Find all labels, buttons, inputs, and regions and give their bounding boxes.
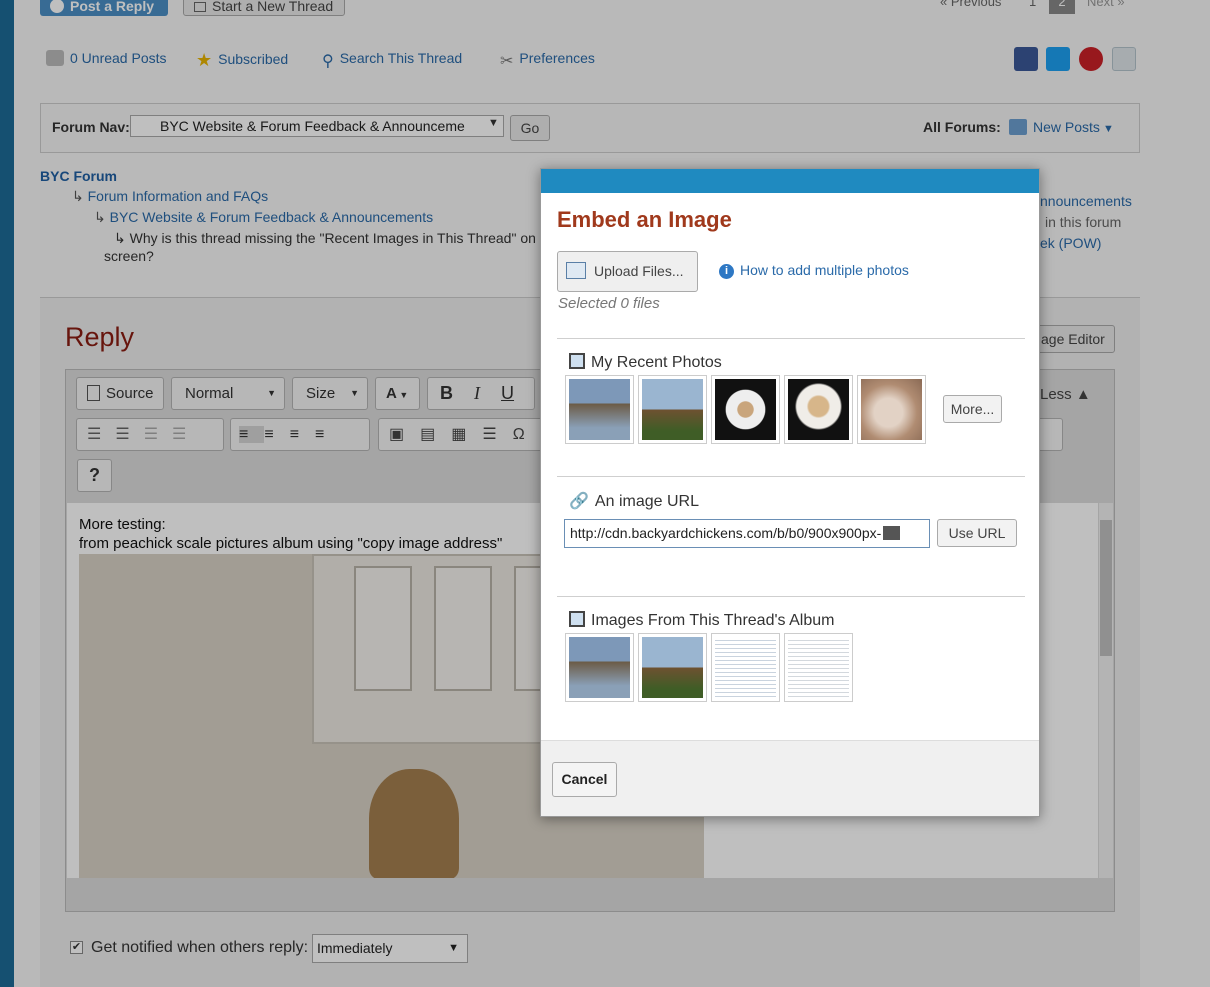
photos-icon [569,353,585,369]
photo-thumbnail [642,637,703,698]
divider [557,338,1025,339]
upload-files-button[interactable]: Upload Files... [557,251,698,292]
divider [557,476,1025,477]
dialog-footer: Cancel [541,740,1039,816]
use-url-button[interactable]: Use URL [937,519,1017,547]
screenshot-thumbnail [715,637,776,698]
info-icon: i [719,264,734,279]
photo-thumbnail [569,379,630,440]
link-icon: 🔗 [569,493,589,510]
recent-photo-4[interactable] [784,375,853,444]
photo-thumbnail [569,637,630,698]
thread-album-heading: Images From This Thread's Album [569,611,834,630]
divider [557,596,1025,597]
photos-icon [569,611,585,627]
photo-thumbnail [642,379,703,440]
dialog-title: Embed an Image [557,207,732,232]
recent-photos-heading: My Recent Photos [569,353,722,372]
album-photo-4[interactable] [784,633,853,702]
photo-thumbnail [788,379,849,440]
album-photo-3[interactable] [711,633,780,702]
upload-icon [566,262,586,279]
recent-photo-2[interactable] [638,375,707,444]
dialog-header-bar[interactable] [541,169,1039,193]
url-overflow-glyph [883,526,901,540]
image-url-input[interactable]: http://cdn.backyardchickens.com/b/b0/900… [564,519,930,548]
image-url-heading: 🔗 An image URL [569,493,699,510]
screenshot-thumbnail [788,637,849,698]
cancel-button[interactable]: Cancel [552,762,617,797]
album-photo-1[interactable] [565,633,634,702]
recent-photo-1[interactable] [565,375,634,444]
photo-thumbnail [715,379,776,440]
photo-thumbnail [861,379,922,440]
more-photos-button[interactable]: More... [943,395,1002,423]
embed-image-dialog: Embed an Image Upload Files... i How to a… [540,168,1040,817]
album-photo-2[interactable] [638,633,707,702]
recent-photo-5[interactable] [857,375,926,444]
how-to-link[interactable]: i How to add multiple photos [719,262,909,279]
selected-files-text: Selected 0 files [558,295,660,312]
recent-photo-3[interactable] [711,375,780,444]
